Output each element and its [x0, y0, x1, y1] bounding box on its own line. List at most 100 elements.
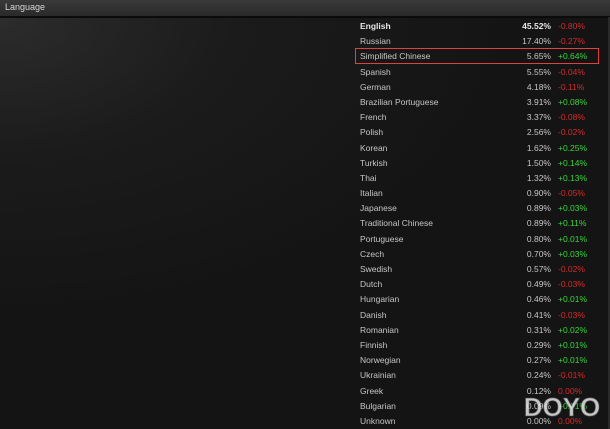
language-name: French	[360, 112, 387, 123]
language-percent: 0.89%	[526, 203, 551, 214]
language-change: -0.27%	[558, 36, 585, 47]
language-row: Dutch 0.49% -0.03%	[360, 277, 610, 292]
language-name: Greek	[360, 385, 384, 396]
language-name: Russian	[360, 36, 391, 47]
language-name: Spanish	[360, 66, 391, 77]
language-percent: 5.65%	[526, 51, 551, 62]
language-row: French 3.37% -0.08%	[360, 110, 610, 125]
language-percent: 5.55%	[526, 66, 551, 77]
language-name: Turkish	[360, 157, 388, 168]
language-percent: 0.46%	[526, 294, 551, 305]
language-name: English	[360, 21, 391, 31]
header-divider	[0, 17, 610, 18]
language-change: +0.03%	[558, 248, 588, 259]
language-name: Romanian	[360, 324, 399, 335]
language-row: Hungarian 0.46% +0.01%	[360, 292, 610, 307]
watermark-text: DOYO	[524, 392, 601, 422]
language-row: Turkish 1.50% +0.14%	[360, 156, 610, 171]
language-percent: 3.91%	[526, 96, 551, 107]
language-percent: 0.90%	[526, 188, 551, 199]
language-percent: 45.52%	[522, 21, 551, 31]
language-name: Polish	[360, 127, 384, 138]
language-row: English 45.52% -0.80%	[360, 19, 610, 34]
language-name: Italian	[360, 188, 383, 199]
language-percent: 0.41%	[526, 309, 551, 320]
watermark-logo: DOYO	[523, 392, 601, 422]
language-percent: 0.70%	[526, 248, 551, 259]
language-name: Japanese	[360, 203, 397, 214]
language-name: Finnish	[360, 339, 388, 350]
language-change: +0.25%	[558, 142, 588, 153]
language-name: Thai	[360, 172, 377, 183]
language-change: +0.13%	[558, 172, 588, 183]
language-change: +0.01%	[558, 294, 588, 305]
language-name: Norwegian	[360, 355, 401, 366]
language-percent: 0.49%	[526, 279, 551, 290]
language-change: -0.01%	[558, 370, 585, 381]
language-name: Brazilian Portuguese	[360, 96, 439, 107]
language-name: Simplified Chinese	[360, 51, 431, 62]
language-row: Simplified Chinese 5.65% +0.64%	[360, 49, 610, 64]
language-name: Hungarian	[360, 294, 400, 305]
language-name: Korean	[360, 142, 388, 153]
language-row: Japanese 0.89% +0.03%	[360, 201, 610, 216]
language-change: +0.02%	[558, 324, 588, 335]
language-percent: 3.37%	[526, 112, 551, 123]
language-row: Russian 17.40% -0.27%	[360, 34, 610, 49]
language-row: Italian 0.90% -0.05%	[360, 186, 610, 201]
language-row: Danish 0.41% -0.03%	[360, 308, 610, 323]
language-row: Korean 1.62% +0.25%	[360, 141, 610, 156]
language-name: Swedish	[360, 264, 393, 274]
language-percent: 0.29%	[526, 339, 551, 350]
language-change: -0.04%	[558, 66, 585, 77]
language-percent: 0.89%	[526, 218, 551, 229]
language-change: -0.08%	[558, 112, 585, 123]
language-name: Bulgarian	[360, 400, 396, 411]
language-change: -0.05%	[558, 188, 585, 199]
language-percent: 4.18%	[526, 81, 551, 92]
language-name: Ukrainian	[360, 370, 396, 381]
language-percent: 0.24%	[526, 370, 551, 381]
language-change: +0.11%	[558, 218, 587, 229]
language-change: -0.02%	[558, 127, 585, 138]
language-change: +0.08%	[558, 96, 588, 107]
language-row: Finnish 0.29% +0.01%	[360, 338, 610, 353]
language-row: Romanian 0.31% +0.02%	[360, 323, 610, 338]
language-row: Traditional Chinese 0.89% +0.11%	[360, 216, 610, 231]
language-change: -0.80%	[558, 21, 585, 31]
language-row: Czech 0.70% +0.03%	[360, 247, 610, 262]
language-row: Norwegian 0.27% +0.01%	[360, 353, 610, 368]
language-percent: 0.57%	[526, 264, 551, 274]
language-change: +0.14%	[558, 157, 588, 168]
language-change: +0.01%	[558, 233, 588, 244]
language-percent: 0.27%	[526, 355, 551, 366]
language-name: Czech	[360, 248, 385, 259]
language-name: Traditional Chinese	[360, 218, 433, 229]
language-percent: 1.50%	[526, 157, 551, 168]
language-row: Spanish 5.55% -0.04%	[360, 65, 610, 80]
language-change: -0.03%	[558, 309, 585, 320]
language-percent: 17.40%	[522, 36, 551, 47]
language-list: English 45.52% -0.80% Russian 17.40% -0.27% Si…	[360, 19, 610, 429]
language-percent: 1.32%	[526, 172, 551, 183]
language-name: Unknown	[360, 415, 396, 426]
language-percent: 0.31%	[526, 324, 551, 335]
language-percent: 1.62%	[526, 142, 551, 153]
language-percent: 0.80%	[526, 233, 551, 244]
language-percent: 2.56%	[526, 127, 551, 138]
language-change: +0.03%	[558, 203, 588, 214]
language-name: Portuguese	[360, 233, 404, 244]
language-stats-panel: Language English 45.52% -0.80% Russian 17.40…	[0, 0, 610, 429]
language-change: -0.03%	[558, 279, 585, 290]
language-row: Thai 1.32% +0.13%	[360, 171, 610, 186]
panel-title: Language	[5, 2, 46, 12]
language-name: German	[360, 81, 391, 92]
language-row: Polish 2.56% -0.02%	[360, 125, 610, 140]
language-change: +0.01%	[558, 355, 588, 366]
panel-header: Language	[0, 0, 610, 17]
language-row: Ukrainian 0.24% -0.01%	[360, 368, 610, 383]
language-change: +0.64%	[558, 51, 588, 62]
language-row: Brazilian Portuguese 3.91% +0.08%	[360, 95, 610, 110]
language-row: Swedish 0.57% -0.02%	[360, 262, 610, 277]
language-row: German 4.18% -0.11%	[360, 80, 610, 95]
